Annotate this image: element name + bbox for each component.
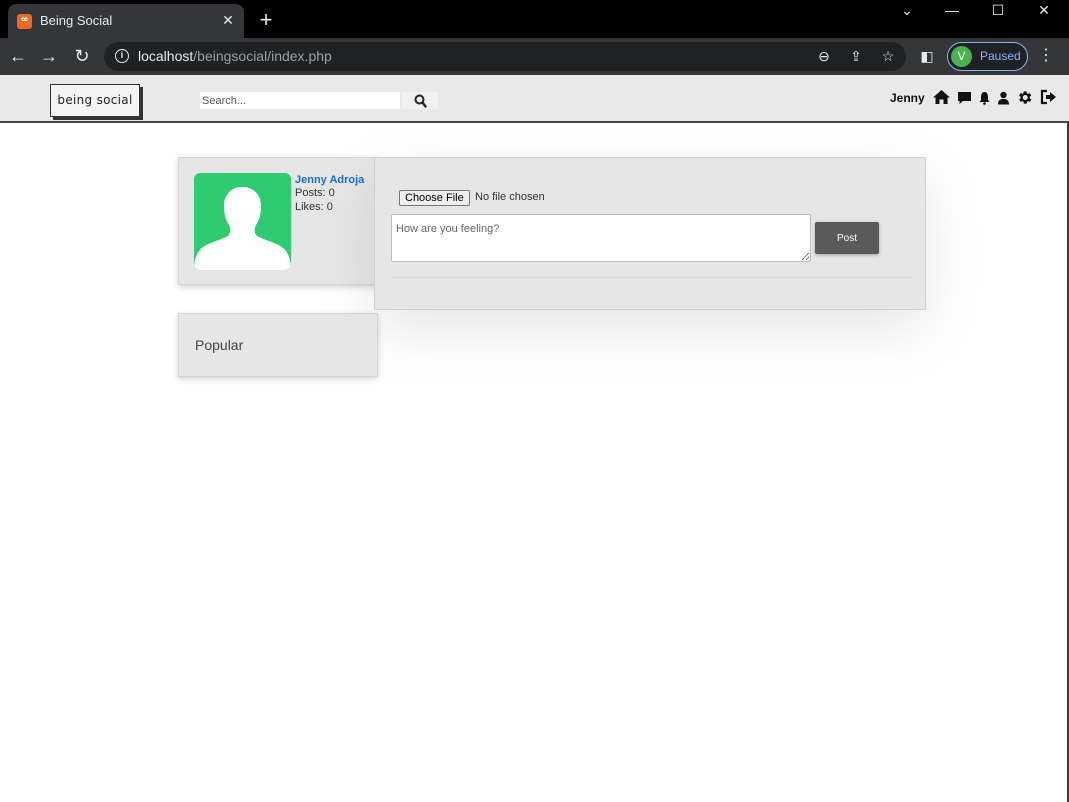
reload-icon[interactable]: ↻ (71, 45, 93, 67)
search-icon (414, 94, 427, 108)
share-icon[interactable]: ⇪ (847, 47, 865, 65)
post-composer: Choose File No file chosen Post (374, 157, 926, 310)
browser-tab[interactable]: ꟹ Being Social ✕ (8, 4, 244, 38)
site-logo[interactable]: being social (50, 84, 140, 117)
popular-card: Popular (178, 313, 378, 377)
browser-tab-strip: ꟹ Being Social ✕ + ⌄ — ☐ ✕ (0, 0, 1069, 38)
profile-avatar: V (951, 46, 972, 67)
site-header: being social Jenny (0, 75, 1069, 123)
side-panel-icon[interactable]: ◧ (918, 47, 936, 65)
close-window-icon[interactable]: ✕ (1032, 2, 1056, 20)
new-tab-icon[interactable]: + (256, 9, 276, 31)
search-button[interactable] (402, 92, 438, 109)
tab-search-chevron-icon[interactable]: ⌄ (895, 2, 919, 20)
post-button[interactable]: Post (815, 222, 879, 254)
back-icon[interactable]: ← (7, 45, 29, 67)
likes-count: Likes: 0 (295, 201, 333, 213)
browser-menu-icon[interactable]: ⋮ (1038, 46, 1054, 66)
address-bar[interactable]: i localhost/beingsocial/index.php ⊖ ⇪ ☆ (104, 42, 906, 71)
url-text[interactable]: localhost/beingsocial/index.php (138, 48, 332, 64)
zoom-icon[interactable]: ⊖ (815, 47, 833, 65)
profile-button[interactable]: V Paused (947, 42, 1028, 71)
header-username[interactable]: Jenny (890, 91, 925, 105)
logout-icon[interactable] (1040, 89, 1057, 105)
popular-title: Popular (195, 337, 244, 353)
home-icon[interactable] (932, 89, 951, 105)
search-input[interactable] (200, 92, 400, 109)
file-status: No file chosen (475, 191, 545, 203)
composer-divider (391, 277, 911, 278)
profile-status: Paused (980, 49, 1021, 63)
bookmark-star-icon[interactable]: ☆ (879, 47, 897, 65)
url-host: localhost (138, 48, 194, 64)
profile-card: Jenny Adroja Posts: 0 Likes: 0 (178, 157, 378, 285)
site-info-icon[interactable]: i (115, 49, 129, 63)
xampp-icon: ꟹ (17, 14, 32, 29)
settings-icon[interactable] (1016, 89, 1033, 106)
default-user-silhouette-icon (194, 187, 291, 270)
post-textarea[interactable] (391, 214, 811, 262)
avatar[interactable] (194, 173, 291, 270)
tab-title: Being Social (40, 13, 113, 28)
close-tab-icon[interactable]: ✕ (220, 12, 236, 28)
browser-toolbar: ← → ↻ i localhost/beingsocial/index.php … (0, 38, 1069, 75)
url-path: /beingsocial/index.php (193, 48, 332, 64)
maximize-icon[interactable]: ☐ (986, 2, 1010, 20)
posts-count: Posts: 0 (295, 187, 335, 199)
forward-icon[interactable]: → (38, 45, 60, 67)
notifications-icon[interactable] (978, 91, 991, 105)
messages-icon[interactable] (957, 91, 972, 105)
profile-name-link[interactable]: Jenny Adroja (295, 174, 364, 186)
choose-file-button[interactable]: Choose File (399, 190, 470, 206)
minimize-icon[interactable]: — (940, 2, 964, 20)
profile-icon[interactable] (997, 91, 1010, 105)
